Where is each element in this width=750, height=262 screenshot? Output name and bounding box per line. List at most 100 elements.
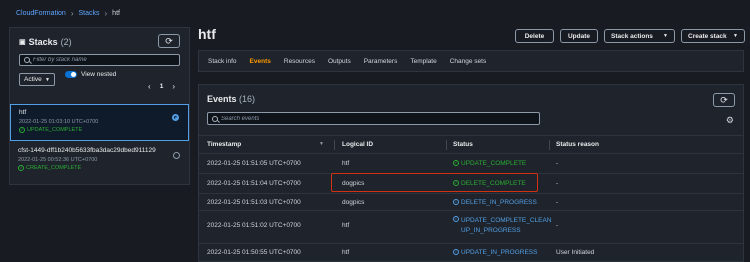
collapse-icon[interactable]: ▣ bbox=[19, 38, 26, 46]
stacks-title: Stacks bbox=[28, 37, 58, 47]
info-circle-icon: i bbox=[453, 249, 459, 255]
update-button[interactable]: Update bbox=[560, 29, 598, 43]
logical-id-cell: htf bbox=[342, 222, 350, 229]
stack-select-radio[interactable] bbox=[173, 152, 180, 159]
view-nested-toggle[interactable] bbox=[65, 71, 77, 78]
col-logical-id[interactable]: Logical ID bbox=[342, 141, 373, 148]
timestamp-cell: 2022-01-25 01:51:03 UTC+0700 bbox=[207, 199, 301, 206]
stack-item-cfst[interactable]: cfst-1449-dff1b240b5633fba3dac29dbed9111… bbox=[10, 143, 189, 177]
status-cell: i UPDATE_COMPLETE_CLEAN UP_IN_PROGRESS bbox=[453, 216, 552, 236]
highlight-box bbox=[331, 173, 538, 192]
stack-select-radio[interactable] bbox=[172, 114, 179, 121]
table-row: 2022-01-25 01:51:03 UTC+0700 dogpics i D… bbox=[199, 194, 743, 211]
timestamp-cell: 2022-01-25 01:50:55 UTC+0700 bbox=[207, 249, 301, 256]
stacks-refresh-button[interactable]: ⟳ bbox=[158, 34, 180, 48]
breadcrumb-stacks[interactable]: Stacks bbox=[78, 10, 99, 17]
check-circle-icon: ✓ bbox=[19, 127, 25, 133]
stack-status-text: UPDATE_COMPLETE bbox=[27, 127, 83, 133]
column-divider bbox=[446, 140, 447, 150]
caret-down-icon: ▼ bbox=[733, 33, 738, 39]
status-reason-cell: - bbox=[556, 160, 559, 167]
events-search-field[interactable] bbox=[207, 112, 540, 125]
events-search-input[interactable] bbox=[221, 115, 532, 122]
delete-button[interactable]: Delete bbox=[515, 29, 554, 43]
logical-id-cell: htf bbox=[342, 249, 350, 256]
check-circle-icon: ✓ bbox=[453, 160, 459, 166]
stack-search-field[interactable] bbox=[19, 54, 180, 66]
refresh-icon: ⟳ bbox=[165, 35, 173, 46]
status-text: UPDATE_COMPLETE_CLEAN UP_IN_PROGRESS bbox=[461, 216, 552, 236]
chevron-right-icon[interactable]: › bbox=[172, 82, 175, 91]
status-text-line: UP_IN_PROGRESS bbox=[461, 227, 521, 234]
timestamp-cell: 2022-01-25 01:51:04 UTC+0700 bbox=[207, 180, 301, 187]
events-panel: Events (16) ⟳ ⚙ Timestamp ▼ Logical ID S… bbox=[198, 84, 744, 262]
stack-date: 2022-01-25 01:03:10 UTC+0700 bbox=[19, 119, 99, 125]
col-timestamp[interactable]: Timestamp bbox=[207, 141, 241, 148]
stack-status-text: CREATE_COMPLETE bbox=[26, 165, 82, 171]
timestamp-cell: 2022-01-25 01:51:05 UTC+0700 bbox=[207, 160, 301, 167]
stack-name[interactable]: cfst-1449-dff1b240b5633fba3dac29dbed9111… bbox=[18, 147, 181, 154]
status-cell: i DELETE_IN_PROGRESS bbox=[453, 199, 537, 206]
sort-icon[interactable]: ▼ bbox=[319, 141, 324, 147]
logical-id-cell: dogpics bbox=[342, 199, 365, 206]
table-row: 2022-01-25 01:50:55 UTC+0700 htf i UPDAT… bbox=[199, 244, 743, 262]
status-filter-value: Active bbox=[24, 76, 42, 83]
table-row: 2022-01-25 01:51:02 UTC+0700 htf i UPDAT… bbox=[199, 211, 743, 244]
events-table-header: Timestamp ▼ Logical ID Status Status rea… bbox=[199, 135, 743, 154]
stacks-panel-header: ▣ Stacks (2) bbox=[19, 37, 72, 47]
tab-resources[interactable]: Resources bbox=[284, 58, 315, 65]
stack-item-htf[interactable]: htf 2022-01-25 01:03:10 UTC+0700 ✓ UPDAT… bbox=[10, 104, 189, 141]
status-reason-cell: - bbox=[556, 222, 559, 229]
stack-date: 2022-01-25 00:52:36 UTC+0700 bbox=[18, 157, 98, 163]
stack-search-input[interactable] bbox=[33, 57, 173, 63]
tab-template[interactable]: Template bbox=[410, 58, 436, 65]
view-nested-label: View nested bbox=[81, 71, 117, 78]
caret-down-icon: ▼ bbox=[663, 33, 668, 39]
column-divider bbox=[334, 140, 335, 150]
stacks-count: (2) bbox=[60, 37, 72, 47]
status-text: UPDATE_COMPLETE bbox=[461, 160, 527, 167]
chevron-left-icon[interactable]: ‹ bbox=[148, 82, 151, 91]
events-title-text: Events bbox=[207, 94, 237, 104]
current-page[interactable]: 1 bbox=[160, 83, 164, 90]
status-text: DELETE_IN_PROGRESS bbox=[461, 199, 537, 206]
info-circle-icon: i bbox=[453, 216, 459, 222]
status-filter-select[interactable]: Active ▼ bbox=[19, 73, 55, 86]
stack-status: ✓ CREATE_COMPLETE bbox=[18, 165, 181, 171]
tab-change-sets[interactable]: Change sets bbox=[450, 58, 487, 65]
create-stack-label: Create stack bbox=[688, 32, 727, 40]
search-icon bbox=[24, 57, 30, 63]
breadcrumb-current: htf bbox=[112, 10, 120, 17]
gear-icon[interactable]: ⚙ bbox=[726, 115, 734, 126]
tab-stack-info[interactable]: Stack info bbox=[208, 58, 237, 65]
tab-outputs[interactable]: Outputs bbox=[328, 58, 351, 65]
tab-events[interactable]: Events bbox=[250, 58, 271, 65]
caret-down-icon: ▼ bbox=[45, 76, 50, 83]
events-count: (16) bbox=[239, 94, 256, 104]
page-title: htf bbox=[198, 26, 216, 42]
status-text-line: UPDATE_COMPLETE_CLEAN bbox=[461, 217, 552, 224]
column-divider bbox=[549, 140, 550, 150]
info-circle-icon: i bbox=[453, 199, 459, 205]
stack-status: ✓ UPDATE_COMPLETE bbox=[19, 127, 180, 133]
check-circle-icon: ✓ bbox=[18, 165, 24, 171]
action-buttons: Delete Update Stack actions ▼ Create sta… bbox=[515, 29, 745, 43]
status-cell: ✓ UPDATE_COMPLETE bbox=[453, 160, 526, 167]
col-status[interactable]: Status bbox=[453, 141, 473, 148]
stack-tabs: Stack info Events Resources Outputs Para… bbox=[198, 50, 744, 72]
refresh-icon: ⟳ bbox=[720, 94, 728, 105]
logical-id-cell: htf bbox=[342, 160, 350, 167]
breadcrumb-cloudformation[interactable]: CloudFormation bbox=[16, 10, 66, 17]
status-reason-cell: - bbox=[556, 180, 559, 187]
stack-actions-button[interactable]: Stack actions ▼ bbox=[604, 29, 675, 43]
col-status-reason[interactable]: Status reason bbox=[556, 141, 599, 148]
status-text: UPDATE_IN_PROGRESS bbox=[461, 249, 538, 256]
stacks-panel: ▣ Stacks (2) ⟳ Active ▼ View nested ‹ 1 … bbox=[9, 27, 190, 185]
tab-parameters[interactable]: Parameters bbox=[364, 58, 398, 65]
create-stack-button[interactable]: Create stack ▼ bbox=[681, 29, 745, 43]
stack-actions-label: Stack actions bbox=[611, 32, 653, 40]
events-refresh-button[interactable]: ⟳ bbox=[713, 93, 735, 107]
stack-name[interactable]: htf bbox=[19, 109, 180, 116]
search-icon bbox=[212, 115, 218, 122]
timestamp-cell: 2022-01-25 01:51:02 UTC+0700 bbox=[207, 222, 301, 229]
